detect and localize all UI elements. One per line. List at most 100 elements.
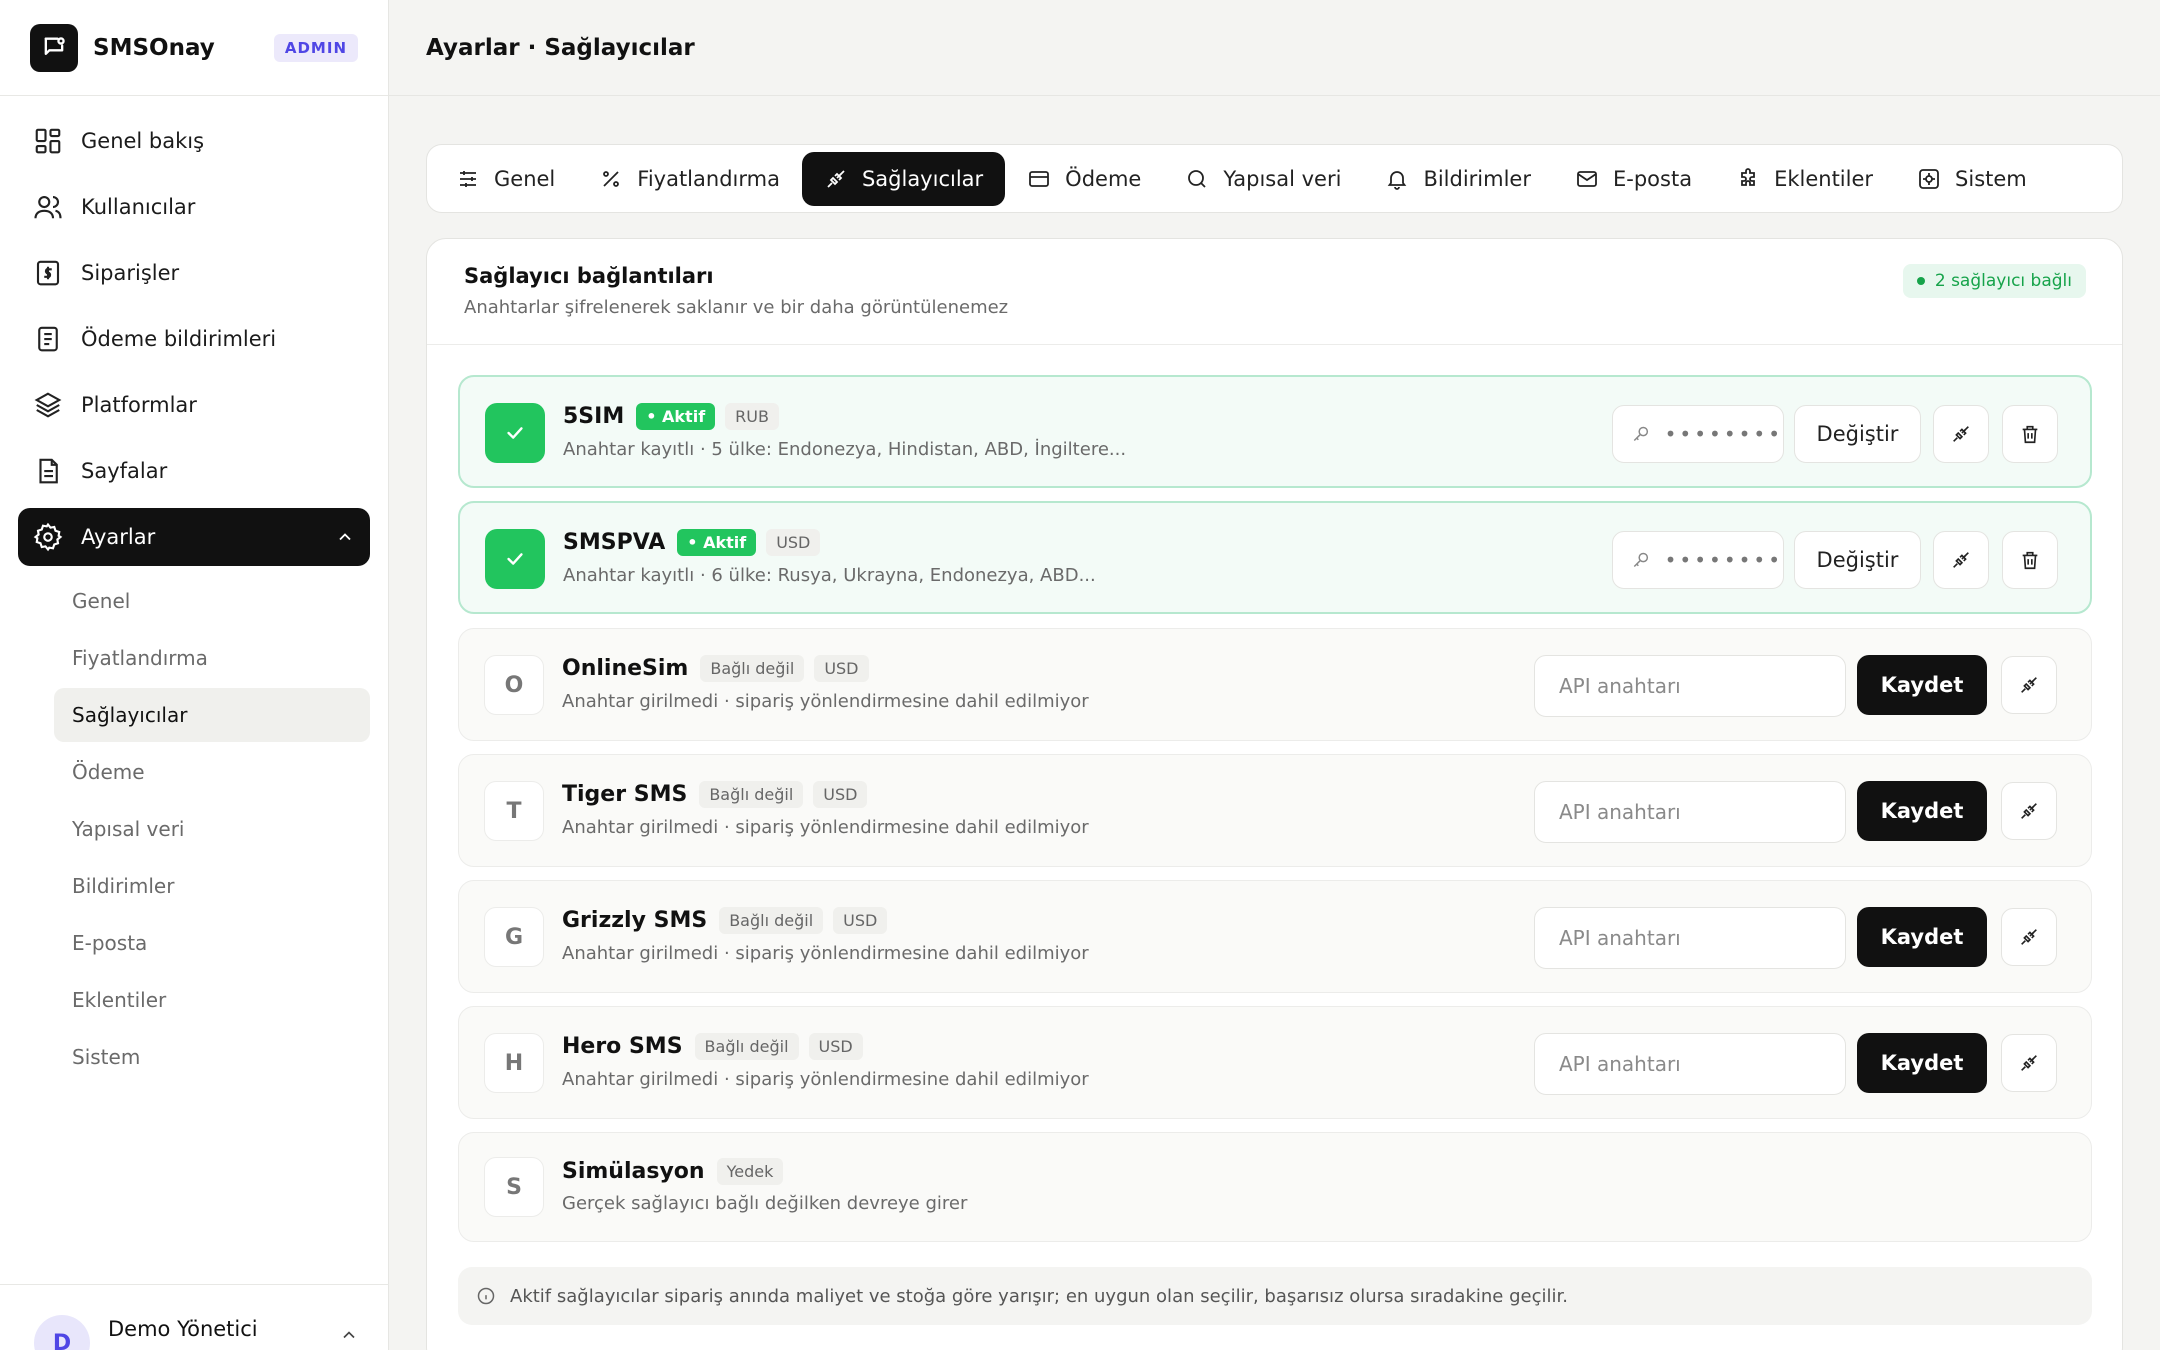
search-icon <box>1188 169 1206 188</box>
tab-providers[interactable]: Sağlayıcılar <box>801 151 1006 206</box>
tab-label: Bildirimler <box>1423 166 1531 191</box>
connected-count-badge: 2 sağlayıcı bağlı <box>1902 264 2086 298</box>
test-connection-button[interactable] <box>1933 405 1989 463</box>
api-key-input[interactable] <box>1534 655 1846 717</box>
api-key-input[interactable] <box>1534 781 1846 843</box>
puzzle-icon <box>1741 167 1755 186</box>
status-badge: Bağlı değil <box>694 1033 799 1060</box>
nav-label: Sayfalar <box>81 459 168 483</box>
card-header: Sağlayıcı bağlantıları Anahtarlar şifrel… <box>427 239 2122 345</box>
api-key-input[interactable] <box>1534 907 1846 969</box>
admin-badge: ADMIN <box>273 33 358 62</box>
subnav-item-notifications[interactable]: Bildirimler <box>54 859 370 913</box>
provider-row-onlinesim: O OnlineSim Bağlı değil USD Anahtar giri… <box>458 628 2092 741</box>
subnav-item-plugins[interactable]: Eklentiler <box>54 973 370 1027</box>
provider-name: Tiger SMS <box>562 782 688 807</box>
change-key-button[interactable]: Değiştir <box>1794 405 1921 463</box>
app-logo-icon[interactable] <box>30 23 78 72</box>
provider-name: OnlineSim <box>562 656 689 681</box>
credit-card-icon <box>1029 170 1050 187</box>
tab-label: Eklentiler <box>1774 166 1874 191</box>
nav-label: Platformlar <box>81 393 197 417</box>
tab-label: E-posta <box>1613 166 1693 191</box>
file-icon <box>39 458 58 484</box>
nav-item-settings[interactable]: Ayarlar <box>18 508 370 566</box>
provider-row-grizzly-sms: G Grizzly SMS Bağlı değil USD Anahtar gi… <box>458 880 2092 993</box>
subnav-item-pricing[interactable]: Fiyatlandırma <box>54 631 370 685</box>
nav-item-users[interactable]: Kullanıcılar <box>18 178 370 236</box>
routing-info-text: Aktif sağlayıcılar sipariş anında maliye… <box>510 1285 1568 1307</box>
save-key-button[interactable]: Kaydet <box>1857 781 1987 841</box>
test-connection-button[interactable] <box>2001 782 2057 840</box>
check-icon <box>485 529 545 589</box>
currency-badge: USD <box>814 655 869 682</box>
trash-icon <box>2022 425 2038 444</box>
save-key-button[interactable]: Kaydet <box>1857 907 1987 967</box>
subnav-item-system[interactable]: Sistem <box>54 1030 370 1084</box>
tab-label: Ödeme <box>1065 166 1142 191</box>
change-key-button[interactable]: Değiştir <box>1794 531 1921 589</box>
user-menu[interactable]: D Demo Yönetici <box>0 1284 389 1350</box>
currency-badge: USD <box>808 1033 863 1060</box>
tab-payment[interactable]: Ödeme <box>1005 152 1163 206</box>
provider-row-hero-sms: H Hero SMS Bağlı değil USD Anahtar giril… <box>458 1006 2092 1119</box>
provider-title-row: SMSPVA • Aktif USD <box>563 529 830 556</box>
nav-item-overview[interactable]: Genel bakış <box>18 112 370 170</box>
provider-description: Gerçek sağlayıcı bağlı değilken devreye … <box>562 1193 968 1214</box>
subnav-item-email[interactable]: E-posta <box>54 916 370 970</box>
provider-title-row: Hero SMS Bağlı değil USD <box>562 1033 873 1060</box>
tab-general[interactable]: Genel <box>434 152 577 206</box>
plug-icon <box>1953 426 1969 442</box>
tab-system[interactable]: Sistem <box>1895 152 2049 206</box>
chevron-up-icon <box>339 533 351 541</box>
avatar: D <box>34 1315 90 1350</box>
provider-description: Anahtar girilmedi · sipariş yönlendirmes… <box>562 1069 1089 1090</box>
test-connection-button[interactable] <box>2001 656 2057 714</box>
tab-notifications[interactable]: Bildirimler <box>1363 152 1553 206</box>
nav-label: Kullanıcılar <box>81 195 196 219</box>
nav-item-pages[interactable]: Sayfalar <box>18 442 370 500</box>
brand-header: SMSOnay ADMIN <box>0 0 388 96</box>
dashboard-icon <box>35 128 61 154</box>
tab-structured-data[interactable]: Yapısal veri <box>1163 152 1363 206</box>
tab-plugins[interactable]: Eklentiler <box>1714 152 1895 206</box>
nav-item-orders[interactable]: Siparişler <box>18 244 370 302</box>
tab-email[interactable]: E-posta <box>1553 152 1714 206</box>
test-connection-button[interactable] <box>2001 1034 2057 1092</box>
gear-icon <box>33 522 63 552</box>
status-dot-icon <box>1916 277 1925 285</box>
provider-name: Grizzly SMS <box>562 908 708 933</box>
save-key-button[interactable]: Kaydet <box>1857 1033 1987 1093</box>
bell-icon <box>1388 170 1407 190</box>
layers-icon <box>34 392 62 418</box>
subnav-item-structured-data[interactable]: Yapısal veri <box>54 802 370 856</box>
subnav-item-payment[interactable]: Ödeme <box>54 745 370 799</box>
subnav-item-providers[interactable]: Sağlayıcılar <box>54 688 370 742</box>
status-badge: • Aktif <box>636 403 716 430</box>
provider-initial: S <box>484 1157 544 1217</box>
plug-icon <box>2021 1055 2037 1071</box>
test-connection-button[interactable] <box>2001 908 2057 966</box>
status-badge: Bağlı değil <box>699 781 804 808</box>
app-name: SMSOnay <box>93 34 215 61</box>
provider-name: SMSPVA <box>563 530 666 555</box>
test-connection-button[interactable] <box>1933 531 1989 589</box>
check-icon <box>485 403 545 463</box>
provider-row-smspva: SMSPVA • Aktif USD Anahtar kayıtlı · 6 ü… <box>458 501 2092 614</box>
status-badge: Bağlı değil <box>719 907 824 934</box>
delete-provider-button[interactable] <box>2002 405 2058 463</box>
nav-item-platforms[interactable]: Platformlar <box>18 376 370 434</box>
system-icon <box>1919 168 1939 189</box>
sidebar: SMSOnay ADMIN Genel bakış Kullanıcılar S… <box>0 0 389 1350</box>
subnav-item-general[interactable]: Genel <box>54 574 370 628</box>
tab-pricing[interactable]: Fiyatlandırma <box>577 152 802 206</box>
status-badge: Bağlı değil <box>700 655 805 682</box>
delete-provider-button[interactable] <box>2002 531 2058 589</box>
save-key-button[interactable]: Kaydet <box>1857 655 1987 715</box>
provider-description: Anahtar girilmedi · sipariş yönlendirmes… <box>562 943 1089 964</box>
settings-subnav: Genel Fiyatlandırma Sağlayıcılar Ödeme Y… <box>0 574 388 1084</box>
nav-item-payment-notices[interactable]: Ödeme bildirimleri <box>18 310 370 368</box>
plug-icon <box>2021 677 2037 693</box>
masked-key-field: •••••••• <box>1612 405 1784 463</box>
api-key-input[interactable] <box>1534 1033 1846 1095</box>
